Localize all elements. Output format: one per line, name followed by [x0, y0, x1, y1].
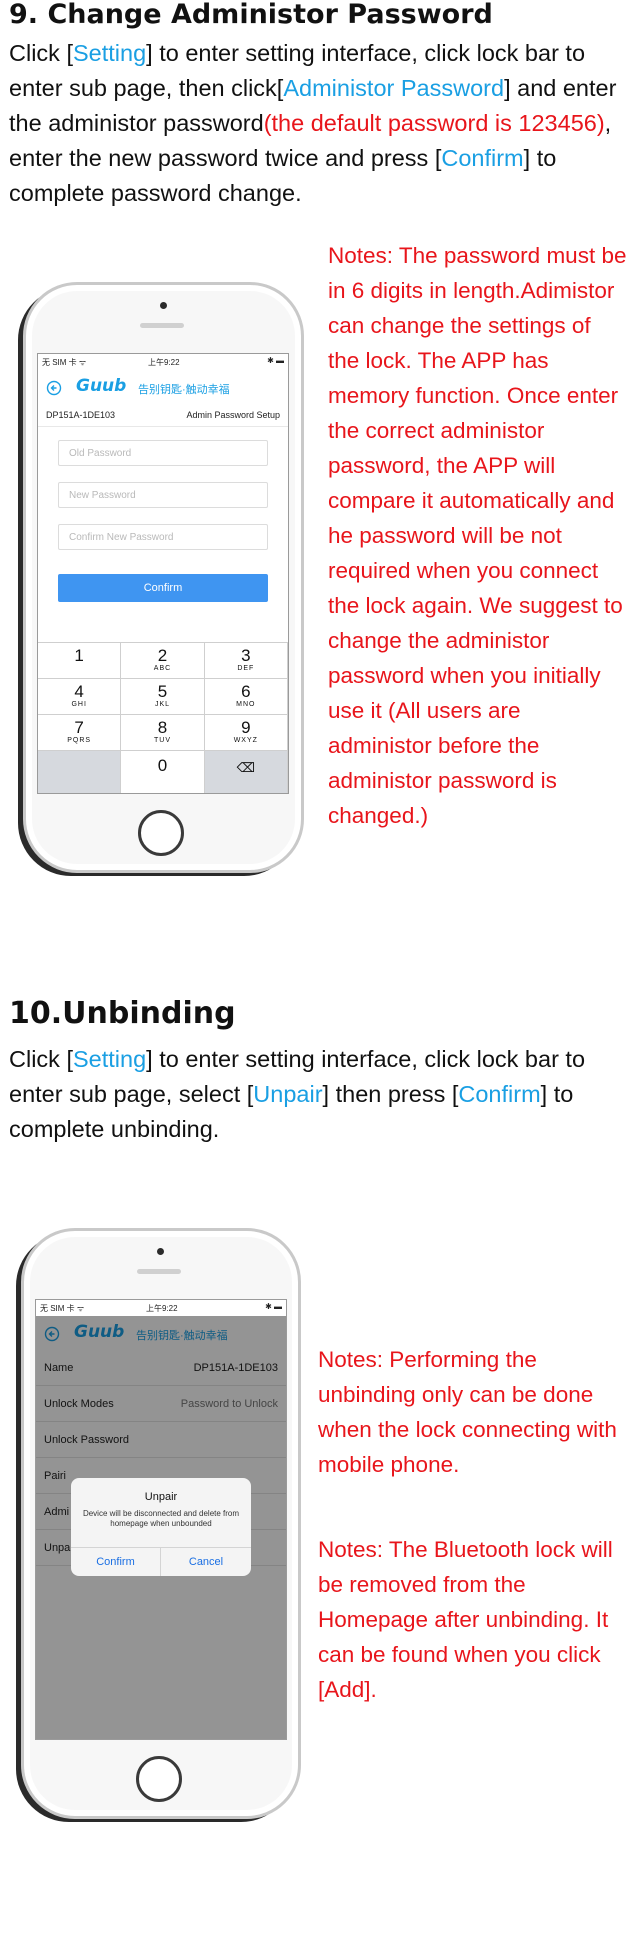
- app-header: Guub 告别钥匙·触动幸福: [38, 370, 288, 404]
- device-id: DP151A-1DE103: [46, 410, 116, 420]
- key-digit: 2: [157, 646, 168, 665]
- section-10-notes-2: Notes: The Bluetooth lock will be remove…: [318, 1537, 613, 1702]
- keypad-key-5[interactable]: 5 JKL: [121, 679, 205, 715]
- key-digit: 7: [74, 718, 84, 737]
- key-letters: JKL: [154, 701, 171, 708]
- key-digit: ⌫: [236, 760, 256, 775]
- front-camera: [157, 1248, 164, 1255]
- key-digit: 9: [241, 718, 251, 737]
- status-time: 上午9:22: [146, 1304, 178, 1313]
- backspace-key[interactable]: ⌫: [204, 751, 288, 793]
- keypad-key-7[interactable]: 7 PQRS: [38, 715, 122, 751]
- earpiece-speaker: [140, 323, 184, 328]
- setting-highlight: Setting: [72, 1046, 147, 1072]
- setting-highlight: Setting: [72, 40, 147, 66]
- confirm-new-password-input[interactable]: Confirm New Password: [58, 524, 268, 550]
- guub-logo: Guub: [76, 376, 127, 396]
- key-letters: TUV: [153, 737, 171, 744]
- confirm-highlight: Confirm: [441, 145, 524, 171]
- section-10-heading: 10.Unbinding: [9, 996, 236, 1031]
- text: Click [: [9, 1046, 73, 1072]
- confirm-button[interactable]: Confirm: [58, 574, 268, 602]
- key-letters: PQRS: [67, 737, 92, 744]
- dialog-title: Unpair: [144, 1491, 178, 1503]
- status-bar: 无 SIM 卡 ᯤ 上午9:22 ✱ ▬: [36, 1300, 286, 1315]
- app-slogan: 告别钥匙·触动幸福: [138, 384, 230, 396]
- section-9-notes: Notes: The password must be in 6 digits …: [328, 243, 627, 828]
- battery-icon: ✱ ▬: [265, 1302, 282, 1311]
- keypad-key-1[interactable]: 1: [38, 643, 122, 679]
- keypad-key-6[interactable]: 6 MNO: [204, 679, 288, 715]
- key-digit: 0: [157, 756, 168, 775]
- keypad-key-2[interactable]: 2 ABC: [121, 643, 205, 679]
- admin-password-screen: 无 SIM 卡 ᯤ 上午9:22 ✱ ▬ Guub 告别钥匙·触动幸福 DP15…: [37, 353, 289, 794]
- key-letters: GHI: [71, 701, 87, 708]
- confirm-highlight: Confirm: [458, 1081, 541, 1107]
- numeric-keypad: 1 2 ABC 3 DEF 4 GHI 5 JKL 6 MNO 7 PQRS 8 TUV 9 WXYZ 0 ⌫: [38, 642, 288, 793]
- administor-password-highlight: Administor Password: [283, 75, 505, 101]
- section-10-notes-1: Notes: Performing the unbinding only can…: [318, 1347, 617, 1477]
- section-9-instructions: Click [Setting] to enter setting interfa…: [9, 36, 634, 211]
- earpiece-speaker: [137, 1269, 181, 1274]
- key-digit: 4: [74, 682, 84, 701]
- dialog-message: Device will be disconnected and delete f…: [82, 1509, 240, 1528]
- key-digit: 8: [157, 718, 168, 737]
- unpair-dialog: Unpair Device will be disconnected and d…: [71, 1478, 251, 1576]
- key-digit: 3: [241, 646, 251, 665]
- key-letters: WXYZ: [233, 737, 258, 744]
- new-password-input[interactable]: New Password: [58, 482, 268, 508]
- unpair-highlight: Unpair: [253, 1081, 323, 1107]
- unbinding-screen: 无 SIM 卡 ᯤ 上午9:22 ✱ ▬ Guub 告别钥匙·触动幸福 Name…: [35, 1299, 287, 1740]
- key-digit: 1: [74, 646, 84, 665]
- key-letters: MNO: [236, 701, 256, 708]
- keypad-key-4[interactable]: 4 GHI: [38, 679, 122, 715]
- front-camera: [160, 302, 167, 309]
- battery-icon: ✱ ▬: [267, 356, 284, 365]
- dialog-cancel-button[interactable]: Cancel: [161, 1548, 251, 1576]
- dialog-confirm-button[interactable]: Confirm: [71, 1548, 161, 1576]
- keypad-key-8[interactable]: 8 TUV: [121, 715, 205, 751]
- phone-mockup-unbinding: 无 SIM 卡 ᯤ 上午9:22 ✱ ▬ Guub 告别钥匙·触动幸福 Name…: [21, 1228, 301, 1819]
- key-letters: DEF: [237, 665, 255, 672]
- status-time: 上午9:22: [148, 358, 180, 367]
- old-password-input[interactable]: Old Password: [58, 440, 268, 466]
- back-arrow-icon[interactable]: [46, 380, 62, 396]
- keypad-key-3[interactable]: 3 DEF: [204, 643, 288, 679]
- key-digit: 6: [241, 682, 251, 701]
- keypad-key-0[interactable]: 0: [121, 751, 205, 793]
- home-button[interactable]: [138, 810, 184, 856]
- section-9-heading: 9. Change Administor Password: [9, 0, 493, 30]
- text: ] then press [: [322, 1081, 459, 1107]
- carrier-status: 无 SIM 卡 ᯤ: [40, 1304, 85, 1313]
- keypad-blank: [38, 751, 122, 793]
- text: Click [: [9, 40, 73, 66]
- page-title: Admin Password Setup: [186, 410, 280, 420]
- key-letters: ABC: [153, 665, 172, 672]
- home-button[interactable]: [136, 1756, 182, 1802]
- key-digit: 5: [157, 682, 168, 701]
- status-bar: 无 SIM 卡 ᯤ 上午9:22 ✱ ▬: [38, 354, 288, 369]
- page-header-row: DP151A-1DE103 Admin Password Setup: [38, 406, 288, 427]
- section-10-instructions: Click [Setting] to enter setting interfa…: [9, 1042, 634, 1147]
- default-password-note: (the default password is 123456): [263, 110, 605, 136]
- phone-mockup-admin-password: 无 SIM 卡 ᯤ 上午9:22 ✱ ▬ Guub 告别钥匙·触动幸福 DP15…: [23, 282, 304, 873]
- dialog-actions: Confirm Cancel: [71, 1547, 251, 1576]
- keypad-key-9[interactable]: 9 WXYZ: [204, 715, 288, 751]
- carrier-status: 无 SIM 卡 ᯤ: [42, 358, 87, 367]
